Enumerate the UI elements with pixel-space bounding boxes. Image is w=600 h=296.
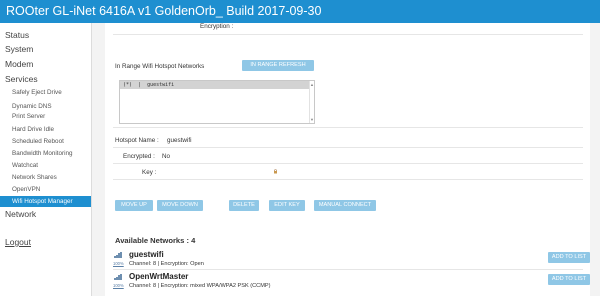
sidebar-item-safely-eject-drive[interactable]: Safely Eject Drive bbox=[12, 89, 62, 96]
divider bbox=[113, 179, 583, 180]
move-down-button[interactable]: MOVE DOWN bbox=[157, 200, 203, 211]
divider bbox=[113, 147, 583, 148]
sidebar-item-system[interactable]: System bbox=[5, 44, 33, 54]
sidebar-item-bandwidth-monitoring[interactable]: Bandwidth Monitoring bbox=[12, 150, 73, 157]
signal-icon bbox=[114, 274, 122, 280]
lock-icon bbox=[274, 169, 277, 174]
divider bbox=[113, 269, 583, 270]
encryption-label: Encryption : bbox=[200, 23, 234, 30]
signal-strength: 100% bbox=[113, 283, 124, 288]
content-panel: Encryption : In Range Wifi Hotspot Netwo… bbox=[105, 23, 590, 296]
sidebar-item-print-server[interactable]: Print Server bbox=[12, 113, 45, 120]
main-area: Encryption : In Range Wifi Hotspot Netwo… bbox=[92, 23, 600, 296]
app-title: ROOter GL-iNet 6416A v1 GoldenOrb_ Build… bbox=[6, 4, 322, 18]
list-scrollbar[interactable]: ▲ ▼ bbox=[309, 81, 314, 123]
add-to-list-button[interactable]: ADD TO LIST bbox=[548, 252, 590, 263]
network-ssid: OpenWrtMaster bbox=[129, 272, 189, 281]
network-ssid: guestwifi bbox=[129, 250, 164, 259]
network-details: Channel: 8 | Encryption: Open bbox=[129, 261, 204, 267]
sidebar-item-scheduled-reboot[interactable]: Scheduled Reboot bbox=[12, 138, 64, 145]
sidebar-item-wifi-hotspot-manager[interactable]: Wifi Hotspot Manager bbox=[0, 196, 91, 207]
sidebar-item-dynamic-dns[interactable]: Dynamic DNS bbox=[12, 103, 52, 110]
divider bbox=[113, 127, 583, 128]
sidebar-item-watchcat[interactable]: Watchcat bbox=[12, 162, 38, 169]
in-range-label: In Range Wifi Hotspot Networks bbox=[115, 63, 205, 70]
edit-key-button[interactable]: EDIT KEY bbox=[269, 200, 305, 211]
available-networks-title: Available Networks : 4 bbox=[115, 236, 196, 245]
top-bar: ROOter GL-iNet 6416A v1 GoldenOrb_ Build… bbox=[0, 0, 600, 23]
encrypted-label: Encrypted : bbox=[123, 153, 155, 160]
sidebar-item-modem[interactable]: Modem bbox=[5, 59, 33, 69]
encrypted-value: No bbox=[162, 153, 171, 160]
delete-button[interactable]: DELETE bbox=[229, 200, 259, 211]
hotspot-name-label: Hotspot Name : bbox=[115, 137, 159, 144]
key-label: Key : bbox=[142, 169, 157, 176]
logout-link[interactable]: Logout bbox=[5, 237, 31, 247]
divider bbox=[113, 34, 583, 35]
add-to-list-button[interactable]: ADD TO LIST bbox=[548, 274, 590, 285]
manual-connect-button[interactable]: MANUAL CONNECT bbox=[314, 200, 376, 211]
hotspot-networks-list[interactable]: (*) | guestwifi ▲ ▼ bbox=[119, 80, 315, 124]
sidebar: Status System Modem Services Safely Ejec… bbox=[0, 23, 92, 296]
network-details: Channel: 8 | Encryption: mixed WPA/WPA2 … bbox=[129, 283, 271, 289]
signal-icon bbox=[114, 252, 122, 258]
in-range-refresh-button[interactable]: IN RANGE REFRESH bbox=[242, 60, 314, 71]
sidebar-item-openvpn[interactable]: OpenVPN bbox=[12, 186, 40, 193]
scroll-up-icon[interactable]: ▲ bbox=[310, 82, 314, 87]
signal-strength: 100% bbox=[113, 261, 124, 266]
move-up-button[interactable]: MOVE UP bbox=[115, 200, 153, 211]
sidebar-item-network-shares[interactable]: Network Shares bbox=[12, 174, 57, 181]
sidebar-item-services[interactable]: Services bbox=[5, 74, 38, 84]
divider bbox=[113, 163, 583, 164]
scroll-down-icon[interactable]: ▼ bbox=[310, 117, 314, 122]
sidebar-item-status[interactable]: Status bbox=[5, 30, 29, 40]
hotspot-name-value: guestwifi bbox=[167, 137, 192, 144]
list-item-selected[interactable]: (*) | guestwifi bbox=[120, 81, 310, 89]
sidebar-item-network[interactable]: Network bbox=[5, 209, 36, 219]
sidebar-item-hard-drive-idle[interactable]: Hard Drive Idle bbox=[12, 126, 54, 133]
